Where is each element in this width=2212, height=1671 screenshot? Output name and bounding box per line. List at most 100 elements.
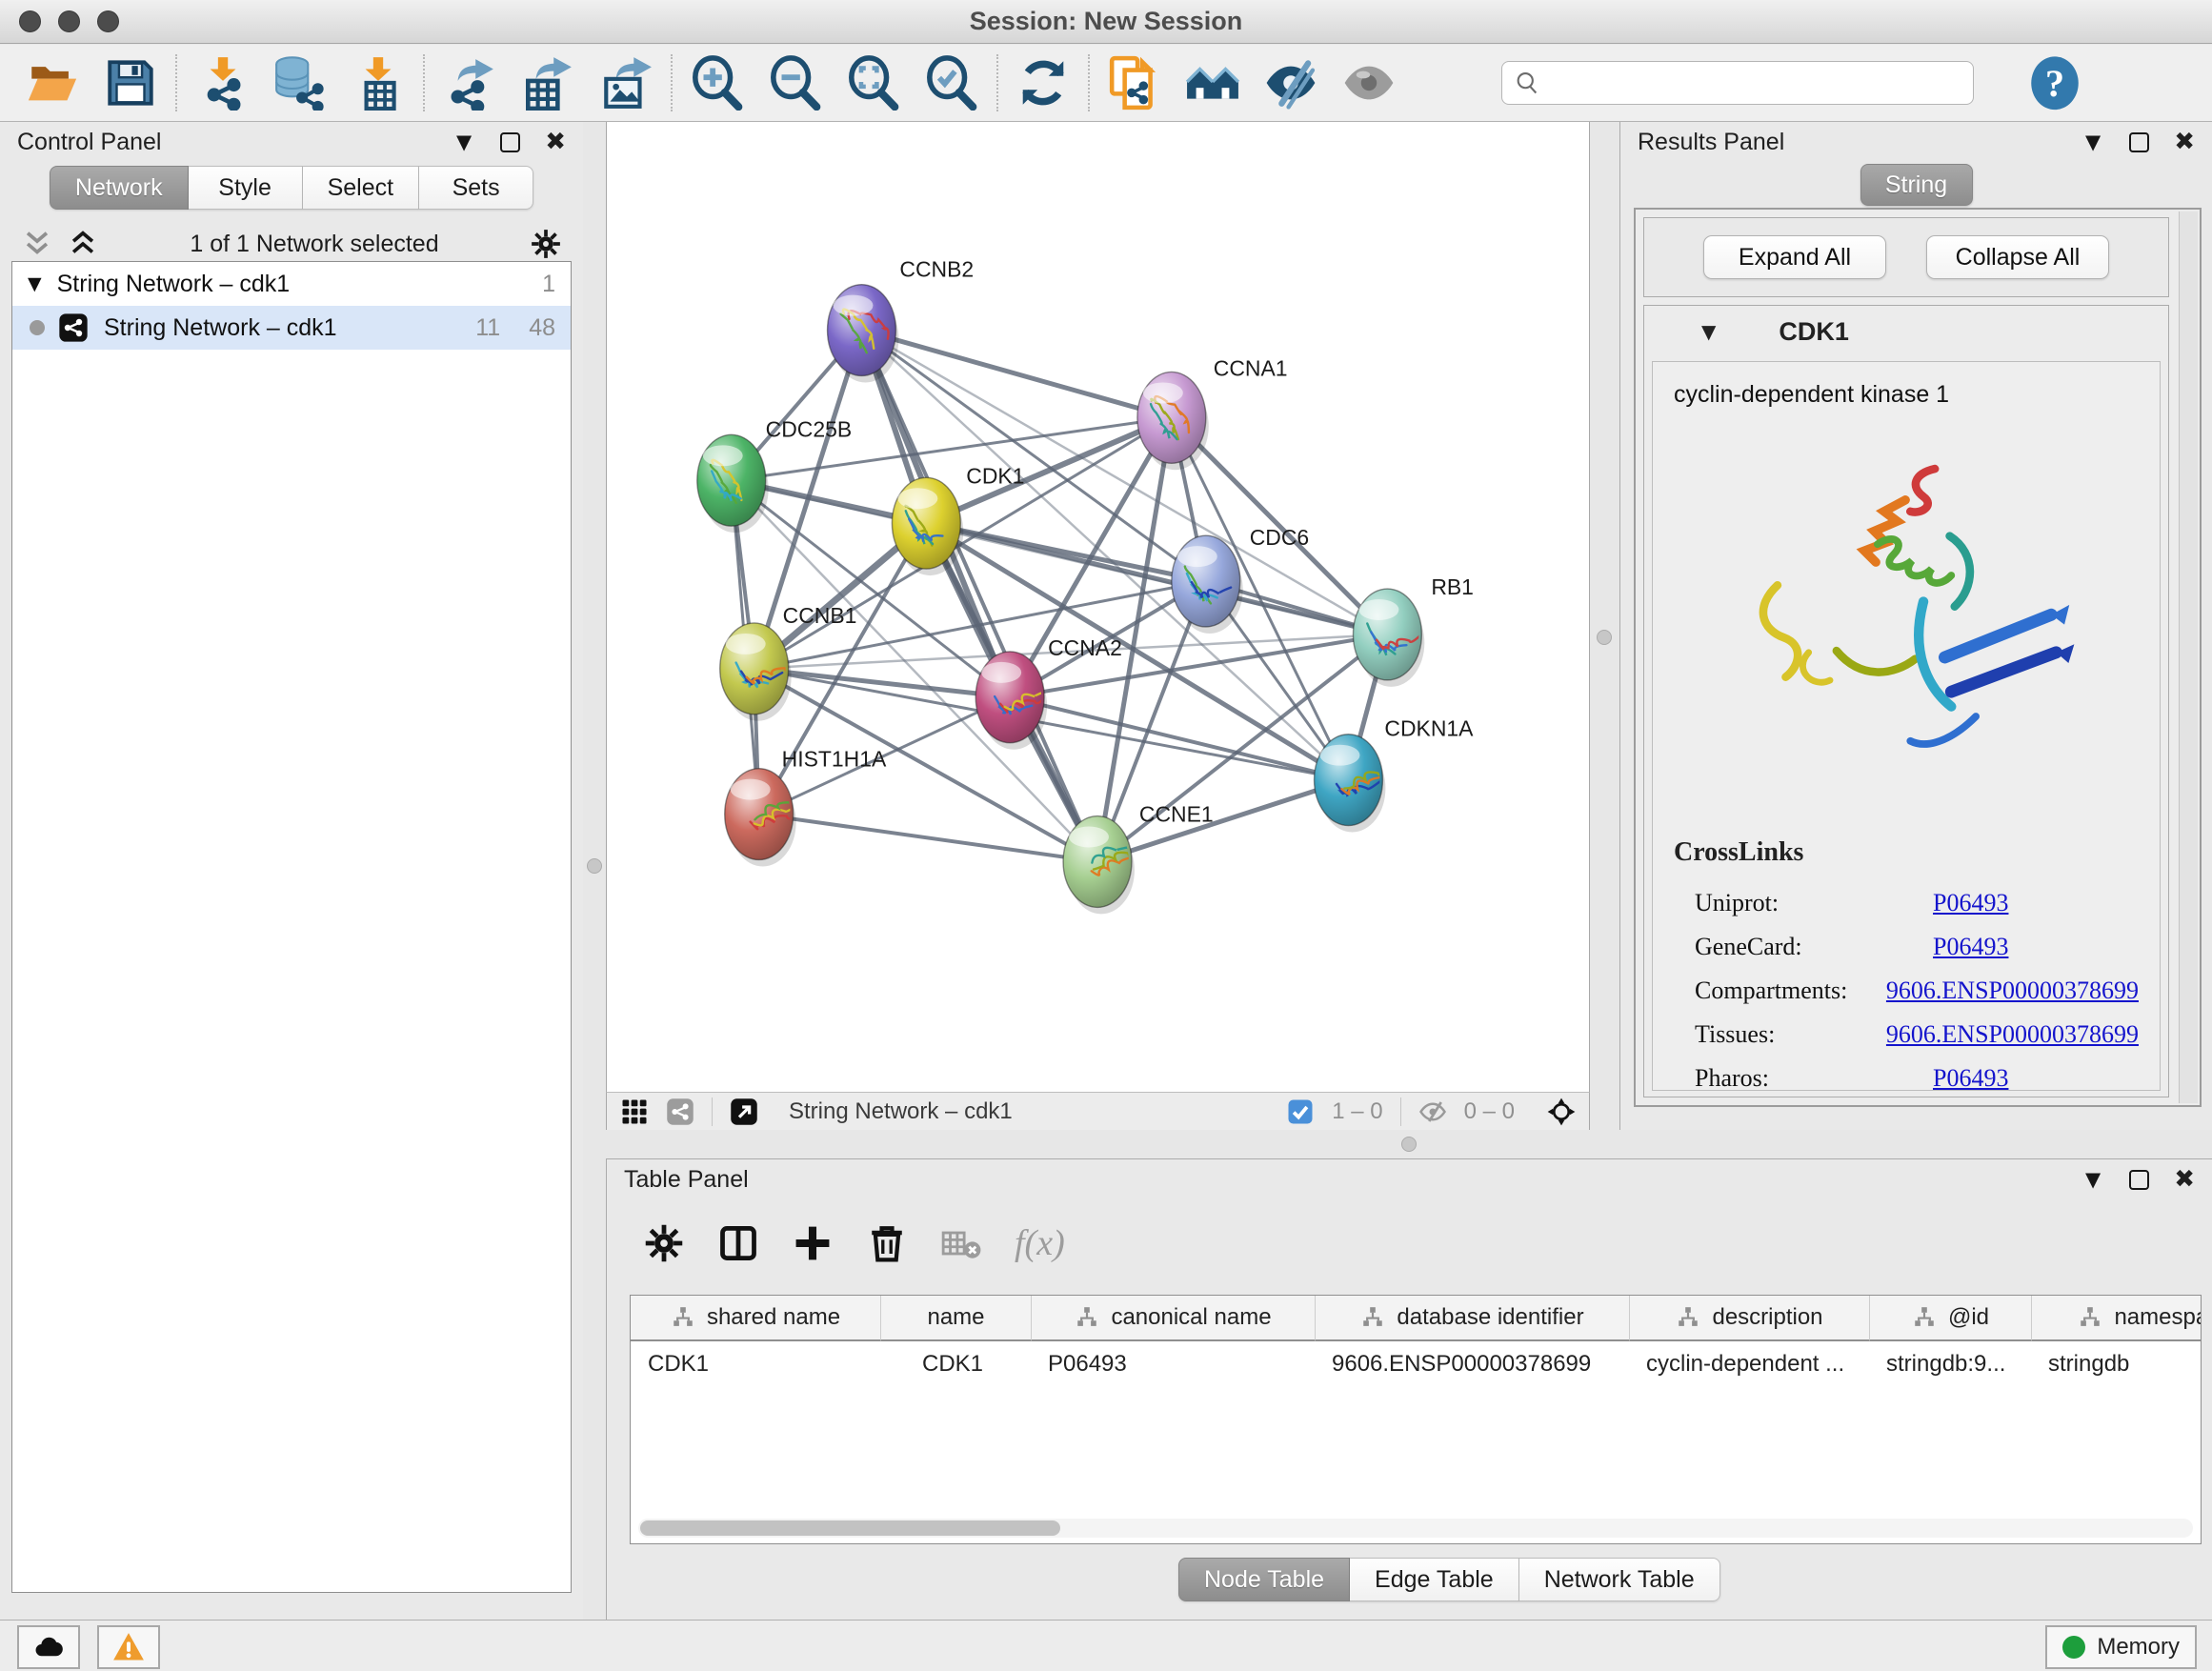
string-network-graph[interactable]: CCNB2CCNA1CDC25BCDK1CDC6RB1CCNB1CCNA2CDK… [607,122,1589,1092]
tab-network[interactable]: Network [50,166,189,210]
scrollbar-thumb[interactable] [640,1520,1060,1536]
collapse-all-chevrons-icon[interactable] [21,228,53,260]
show-columns-icon[interactable] [717,1222,759,1264]
minimize-window-button[interactable] [58,10,80,32]
tab-node-table[interactable]: Node Table [1178,1558,1350,1601]
float-panel-icon[interactable] [2129,132,2149,152]
save-session-button[interactable] [101,53,160,112]
collapse-all-button[interactable]: Collapse All [1926,235,2109,279]
tissues-link[interactable]: 9606.ENSP00000378699 [1886,1020,2139,1049]
maximize-window-button[interactable] [97,10,119,32]
float-panel-icon[interactable] [2129,1170,2149,1190]
zoom-in-button[interactable] [688,53,747,112]
uniprot-link[interactable]: P06493 [1933,889,2008,917]
table-options-gear-icon[interactable] [643,1222,685,1264]
tab-style[interactable]: Style [189,166,303,210]
column-header-canonical-name[interactable]: canonical name [1031,1296,1315,1341]
birds-eye-view-icon[interactable] [1547,1097,1576,1126]
app-store-cloud-button[interactable] [17,1625,80,1669]
cell-namespace[interactable]: stringdb [2031,1341,2202,1387]
search-input[interactable] [1550,70,1961,96]
collapse-entry-caret-icon[interactable]: ▼ [1701,320,1716,343]
show-all-button[interactable] [1339,53,1398,112]
import-table-from-file-button[interactable] [349,53,408,112]
hidden-eye-slash-icon[interactable] [1418,1097,1447,1126]
splitter-grip[interactable] [1401,1137,1417,1152]
results-scrollbar[interactable] [2179,211,2198,1103]
expand-all-chevrons-icon[interactable] [67,228,99,260]
close-panel-icon[interactable]: ✖ [2174,128,2195,156]
network-view-mode-icon[interactable] [666,1097,694,1126]
splitter-grip[interactable] [587,858,602,874]
toolbar-search[interactable] [1501,61,1974,105]
compartments-link[interactable]: 9606.ENSP00000378699 [1886,976,2139,1005]
grid-view-icon[interactable] [620,1097,649,1126]
network-row[interactable]: String Network – cdk1 11 48 [12,306,571,350]
column-header-id[interactable]: @id [1869,1296,2031,1341]
import-network-icon [194,55,250,111]
zoom-fit-content-button[interactable] [844,53,903,112]
column-header-name[interactable]: name [880,1296,1031,1341]
cell-description[interactable]: cyclin-dependent ... [1629,1341,1869,1387]
tab-sets[interactable]: Sets [419,166,533,210]
first-neighbors-button[interactable] [1183,53,1242,112]
pharos-link[interactable]: P06493 [1933,1064,2008,1093]
cell-database-identifier[interactable]: 9606.ENSP00000378699 [1315,1341,1629,1387]
open-session-button[interactable] [23,53,82,112]
cell-id[interactable]: stringdb:9... [1869,1341,2031,1387]
column-header-description[interactable]: description [1629,1296,1869,1341]
table-horizontal-scrollbar[interactable] [638,1519,2193,1538]
node-label-HIST1H1A: HIST1H1A [782,747,887,772]
create-column-plus-icon[interactable] [792,1222,834,1264]
tab-network-table[interactable]: Network Table [1519,1558,1720,1601]
vertical-splitter-left[interactable] [583,122,606,1620]
new-network-from-selection-button[interactable] [1105,53,1164,112]
tab-select[interactable]: Select [303,166,419,210]
column-header-namespace[interactable]: namespace [2031,1296,2202,1341]
column-header-shared-name[interactable]: shared name [631,1296,880,1341]
vertical-splitter-right[interactable] [1590,122,1619,1130]
export-table-button[interactable] [518,53,577,112]
splitter-grip[interactable] [1597,630,1612,645]
panel-menu-caret-icon[interactable]: ▼ [2085,132,2101,152]
table-row[interactable]: CDK1 CDK1 P06493 9606.ENSP00000378699 cy… [631,1341,2201,1387]
close-panel-icon[interactable]: ✖ [2174,1165,2195,1194]
close-panel-icon[interactable]: ✖ [545,128,566,156]
export-network-button[interactable] [440,53,499,112]
network-collection-row[interactable]: ▼ String Network – cdk1 1 [12,262,571,306]
close-window-button[interactable] [19,10,41,32]
cell-name[interactable]: CDK1 [880,1341,1031,1387]
gene-entry-header[interactable]: ▼ CDK1 [1644,306,2168,357]
delete-column-trash-icon[interactable] [866,1222,908,1264]
genecard-link[interactable]: P06493 [1933,933,2008,961]
cell-canonical-name[interactable]: P06493 [1031,1341,1315,1387]
tab-string[interactable]: String [1860,164,1973,206]
network-view-toolbar: String Network – cdk1 1 – 0 0 – 0 [606,1092,1590,1130]
zoom-in-icon [690,55,745,111]
panel-menu-caret-icon[interactable]: ▼ [456,132,472,152]
detach-view-icon[interactable] [730,1097,758,1126]
function-builder-button[interactable]: f(x) [1015,1222,1065,1264]
expand-all-button[interactable]: Expand All [1703,235,1886,279]
float-panel-icon[interactable] [500,132,520,152]
import-network-from-file-button[interactable] [192,53,251,112]
network-canvas[interactable]: CCNB2CCNA1CDC25BCDK1CDC6RB1CCNB1CCNA2CDK… [606,122,1590,1092]
selected-checkbox-icon[interactable] [1286,1097,1315,1126]
hide-selected-button[interactable] [1261,53,1320,112]
zoom-selected-button[interactable] [922,53,981,112]
import-network-from-database-button[interactable] [271,53,330,112]
zoom-out-button[interactable] [766,53,825,112]
column-header-database-identifier[interactable]: database identifier [1315,1296,1629,1341]
tree-expand-caret-icon[interactable]: ▼ [28,273,42,294]
panel-menu-caret-icon[interactable]: ▼ [2085,1170,2101,1190]
warnings-button[interactable] [97,1625,160,1669]
help-button[interactable]: ? [2029,55,2081,111]
horizontal-splitter[interactable] [606,1130,2212,1158]
apply-preferred-layout-button[interactable] [1014,53,1073,112]
memory-button[interactable]: Memory [2045,1625,2197,1669]
network-options-gear-icon[interactable] [530,228,562,260]
export-image-button[interactable] [596,53,655,112]
delete-table-icon[interactable] [940,1222,982,1264]
cell-shared-name[interactable]: CDK1 [631,1341,880,1387]
tab-edge-table[interactable]: Edge Table [1350,1558,1519,1601]
